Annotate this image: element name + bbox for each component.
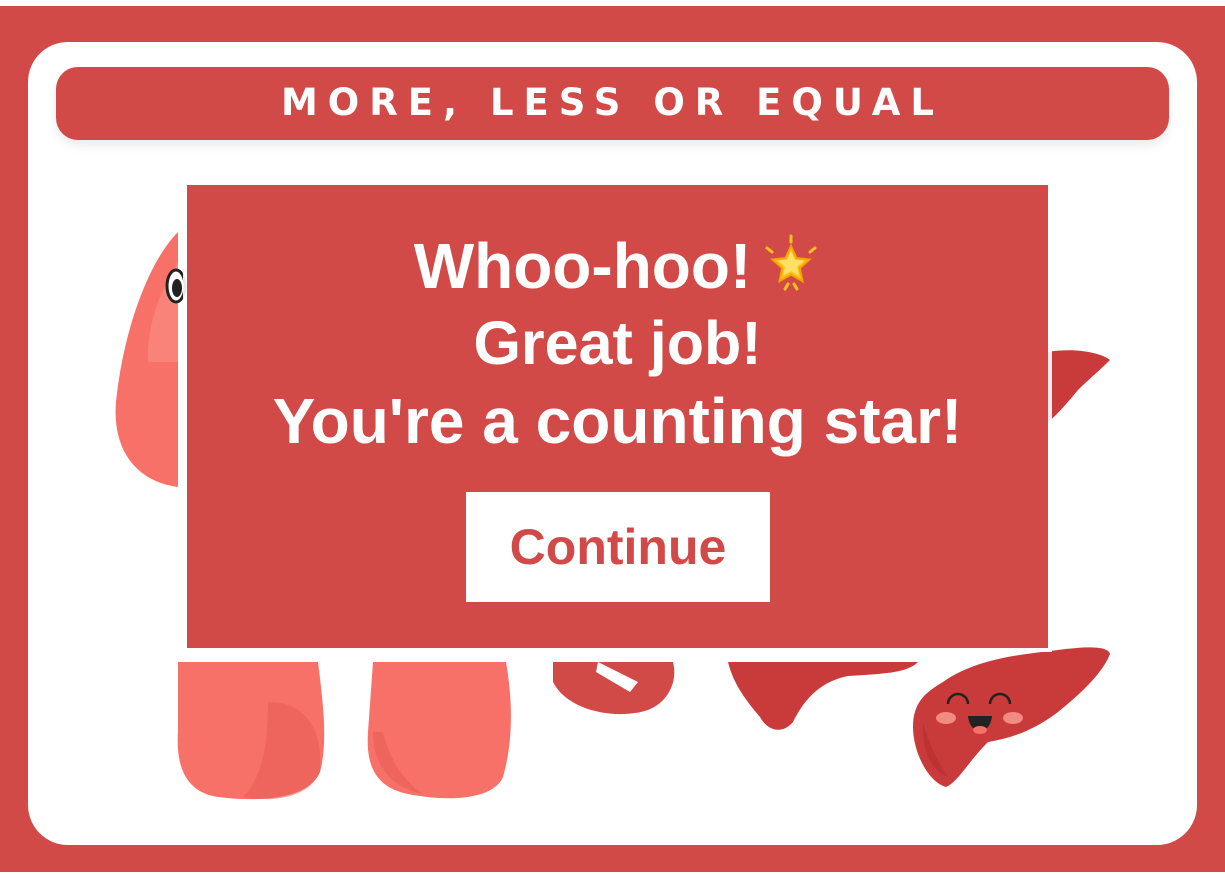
game-title: MORE, LESS OR EQUAL xyxy=(280,81,944,124)
glowing-star-icon xyxy=(765,234,817,291)
success-headline-text: Whoo-hoo! xyxy=(413,230,752,302)
success-headline: Whoo-hoo! xyxy=(187,227,1048,305)
success-subheadline: Great job! xyxy=(473,309,762,377)
game-title-bar: MORE, LESS OR EQUAL xyxy=(56,67,1169,140)
game-frame: MORE, LESS OR EQUAL Whoo-hoo! Great job!… xyxy=(0,6,1225,872)
stomach-character xyxy=(553,662,675,715)
liver-character-top xyxy=(1048,350,1110,422)
lung-character-top xyxy=(115,232,187,487)
liver-character-smiling xyxy=(913,647,1110,787)
continue-button[interactable]: Continue xyxy=(466,492,770,602)
success-message: You're a counting star! xyxy=(272,385,963,457)
success-modal: Whoo-hoo! Great job! You're a counting s… xyxy=(187,185,1048,648)
liver-character-middle xyxy=(728,662,918,730)
lungs-character-bottom xyxy=(177,662,511,800)
